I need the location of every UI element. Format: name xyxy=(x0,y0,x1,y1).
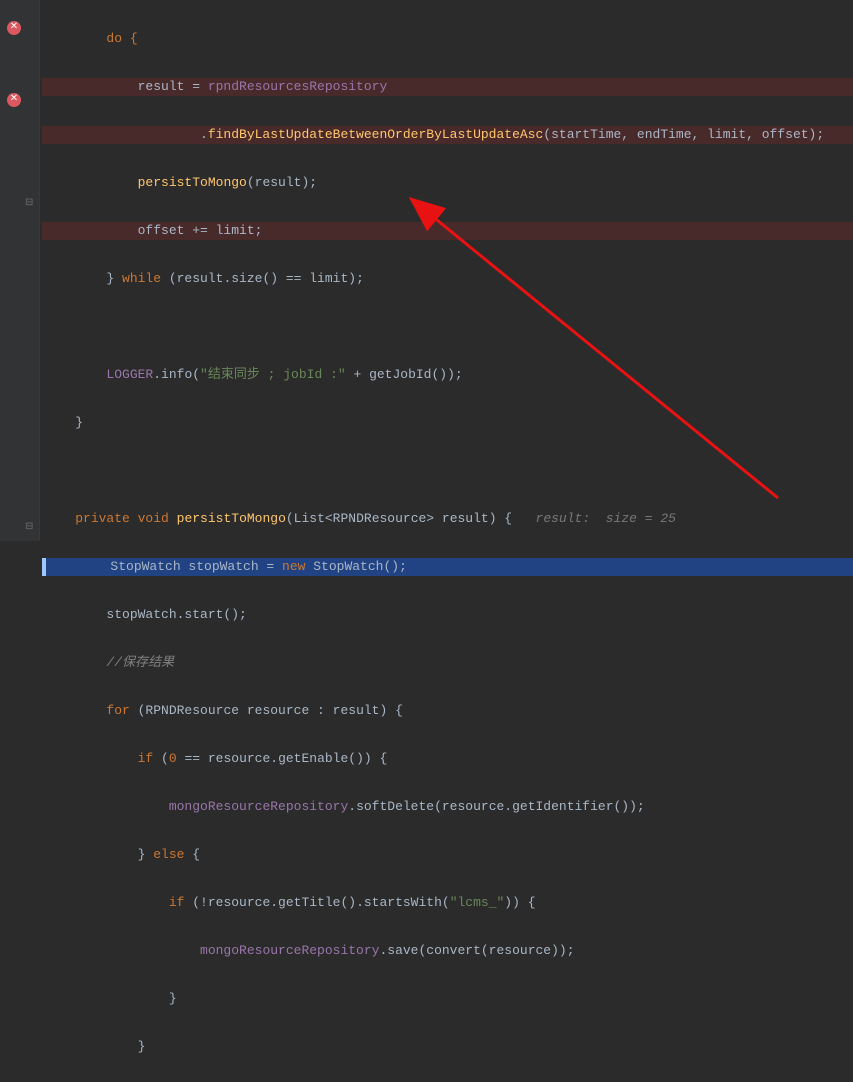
code-text: (RPNDResource resource : result) { xyxy=(130,703,403,718)
code-text: (result); xyxy=(247,175,317,190)
code-text: (!resource.getTitle().startsWith( xyxy=(184,895,449,910)
code-text: .info( xyxy=(153,367,200,382)
code-text xyxy=(44,943,200,958)
code-text: if xyxy=(169,895,185,910)
code-text: .softDelete(resource.getIdentifier()); xyxy=(348,799,644,814)
code-text: result = xyxy=(44,79,208,94)
code-text: persistToMongo xyxy=(138,175,247,190)
code-text: persistToMongo xyxy=(177,511,286,526)
code-text: if xyxy=(138,751,154,766)
code-text xyxy=(169,511,177,526)
code-text: } xyxy=(44,1039,145,1054)
editor-gutter: ✕ ✕ ⊟ ⊟ xyxy=(0,0,40,541)
code-text: mongoResourceRepository xyxy=(169,799,348,814)
fold-icon[interactable]: ⊟ xyxy=(22,196,38,212)
code-text: findByLastUpdateBetweenOrderByLastUpdate… xyxy=(208,127,543,142)
code-text xyxy=(44,511,75,526)
code-text: else xyxy=(153,847,184,862)
code-text: )) { xyxy=(504,895,535,910)
code-text: StopWatch(); xyxy=(305,559,406,574)
code-text: stopWatch.start(); xyxy=(44,607,247,622)
code-text: while xyxy=(122,271,161,286)
code-text: for xyxy=(106,703,129,718)
code-text xyxy=(44,703,106,718)
code-text: new xyxy=(282,559,305,574)
code-comment: //保存结果 xyxy=(44,655,174,670)
inline-hint: result: size = 25 xyxy=(536,511,676,526)
code-text: .save(convert(resource)); xyxy=(379,943,574,958)
code-text: + getJobId()); xyxy=(346,367,463,382)
code-text xyxy=(44,799,169,814)
code-text: "结束同步 ; jobId :" xyxy=(200,367,346,382)
code-text xyxy=(44,367,106,382)
code-text: } xyxy=(44,991,177,1006)
error-marker-icon[interactable]: ✕ xyxy=(6,20,22,36)
code-text: (result.size() == limit); xyxy=(161,271,364,286)
code-text: { xyxy=(184,847,200,862)
code-text: private void xyxy=(75,511,169,526)
code-text: . xyxy=(44,127,208,142)
code-text: ( xyxy=(153,751,169,766)
code-text: == resource.getEnable()) { xyxy=(177,751,388,766)
code-text: (List<RPNDResource> result) { xyxy=(286,511,536,526)
code-text: LOGGER xyxy=(106,367,153,382)
code-text: (startTime, endTime, limit, offset); xyxy=(543,127,824,142)
code-text: 0 xyxy=(169,751,177,766)
fold-icon[interactable]: ⊟ xyxy=(22,520,38,536)
code-text: "lcms_" xyxy=(450,895,505,910)
code-text xyxy=(44,175,138,190)
code-text xyxy=(44,751,138,766)
error-marker-icon[interactable]: ✕ xyxy=(6,92,22,108)
code-text: mongoResourceRepository xyxy=(200,943,379,958)
code-text: rpndResourcesRepository xyxy=(208,79,387,94)
code-text: do { xyxy=(44,31,138,46)
code-text: } xyxy=(44,415,83,430)
code-text: } xyxy=(44,847,153,862)
code-editor[interactable]: do { result = rpndResourcesRepository .f… xyxy=(42,0,853,541)
code-text: } xyxy=(44,271,122,286)
code-text xyxy=(44,895,169,910)
code-text: StopWatch stopWatch = xyxy=(48,559,282,574)
code-text: offset += limit; xyxy=(44,223,262,238)
